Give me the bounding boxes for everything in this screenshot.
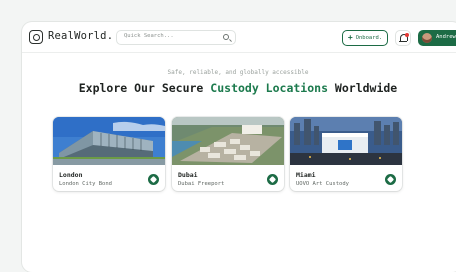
title-start: Explore Our Secure <box>78 81 211 95</box>
notifications-button[interactable] <box>395 30 411 46</box>
logo-icon <box>29 30 43 44</box>
card-city: Dubai <box>178 171 198 179</box>
onboard-button[interactable]: + Onboard. <box>342 30 388 46</box>
user-name: Andrew <box>436 34 456 40</box>
title-accent: Custody Locations <box>210 81 328 95</box>
brand-name: RealWorld. <box>48 30 114 42</box>
london-facility-image <box>53 117 165 165</box>
search-input[interactable]: Quick Search... <box>116 30 236 45</box>
card-city: Miami <box>296 171 316 179</box>
top-navigation-bar: RealWorld. Quick Search... + Onboard. An… <box>22 22 456 53</box>
location-card-miami[interactable]: Miami UOVO Art Custody <box>290 117 402 191</box>
notification-dot <box>405 33 409 37</box>
user-menu-button[interactable]: Andrew <box>418 30 456 46</box>
card-facility: UOVO Art Custody <box>296 181 349 187</box>
hero-subtitle: Safe, reliable, and globally accessible <box>167 69 309 76</box>
location-card-london[interactable]: London London City Bond <box>53 117 165 191</box>
view-location-icon[interactable] <box>148 174 159 185</box>
card-facility: London City Bond <box>59 181 112 187</box>
location-card-dubai[interactable]: Dubai Dubai Freeport <box>172 117 284 191</box>
plus-icon: + <box>347 33 353 42</box>
onboard-label: Onboard. <box>355 35 383 41</box>
app-window: RealWorld. Quick Search... + Onboard. An… <box>22 22 456 272</box>
card-facility: Dubai Freeport <box>178 181 225 187</box>
miami-facility-image <box>290 117 402 165</box>
view-location-icon[interactable] <box>385 174 396 185</box>
page-title: Explore Our Secure Custody Locations Wor… <box>22 81 454 95</box>
avatar <box>422 33 432 43</box>
view-location-icon[interactable] <box>267 174 278 185</box>
title-end: Worldwide <box>328 81 398 95</box>
search-icon <box>223 34 229 40</box>
dubai-facility-image <box>172 117 284 165</box>
search-placeholder: Quick Search... <box>124 33 174 39</box>
card-city: London <box>59 171 83 179</box>
